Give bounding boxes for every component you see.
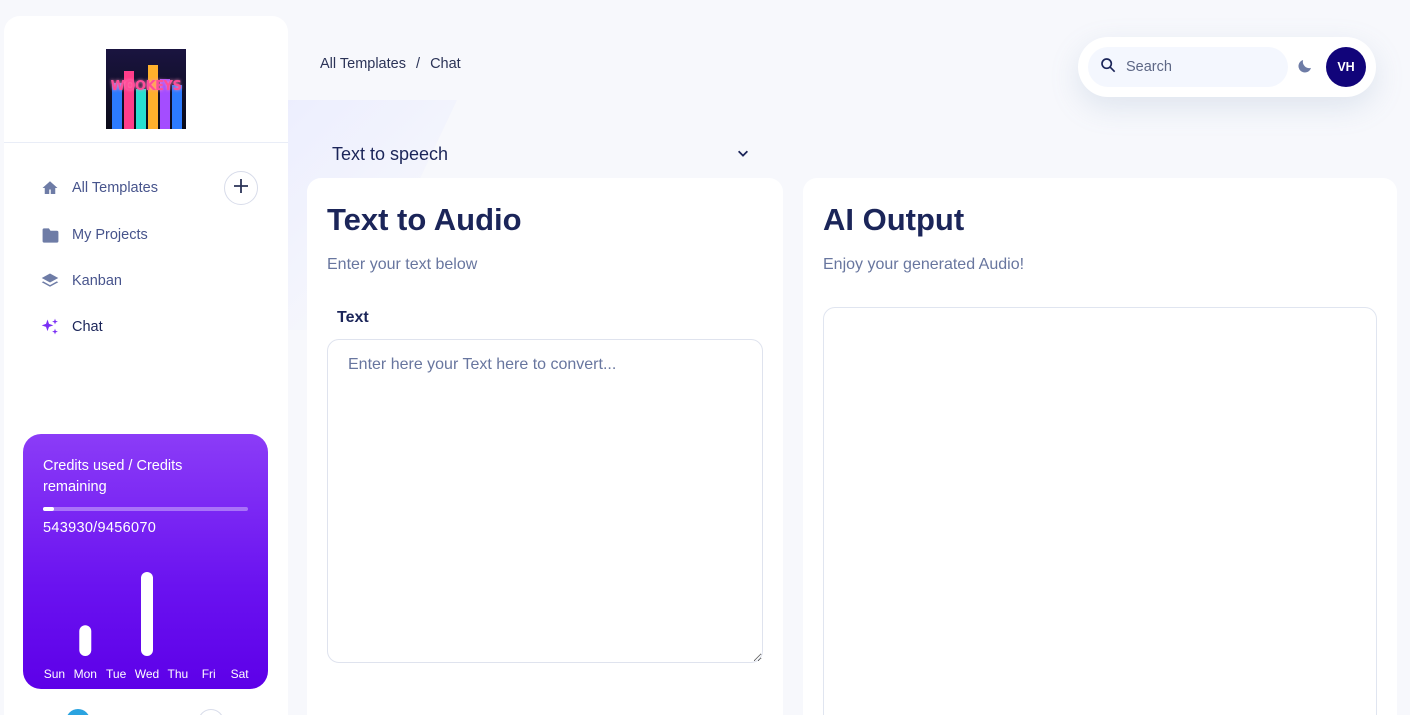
sidebar-item-label: All Templates	[72, 180, 158, 196]
chart-tick-label: Thu	[168, 667, 189, 681]
input-panel-subtitle: Enter your text below	[327, 256, 478, 273]
breadcrumb-separator: /	[416, 56, 421, 72]
credits-card: Credits used / Credits remaining 543930/…	[23, 434, 268, 689]
tool-select-dropdown[interactable]: Text to speech	[318, 134, 764, 174]
chart-tick-label: Tue	[106, 667, 127, 681]
credits-usage-chart: Sun Mon Tue Wed Thu Fri Sat	[44, 572, 250, 681]
credits-count: 543930/9456070	[43, 520, 157, 536]
layers-icon	[40, 271, 60, 291]
input-panel: Text to Audio Enter your text below Text	[307, 178, 783, 715]
sidebar-item-label: My Projects	[72, 227, 148, 243]
sidebar-item-kanban[interactable]: Kanban	[40, 269, 122, 293]
moon-icon[interactable]	[1296, 57, 1316, 77]
credits-progress-bar	[43, 507, 248, 511]
chart-bar-mon	[79, 625, 92, 656]
tool-select-value: Text to speech	[332, 143, 449, 164]
chart-bar-wed	[141, 572, 153, 656]
search-input[interactable]	[1126, 59, 1276, 75]
chart-tick-label: Fri	[202, 667, 216, 681]
text-input[interactable]	[327, 339, 763, 663]
top-bar: VH	[1078, 37, 1376, 97]
audio-output-area	[823, 307, 1377, 715]
sidebar-item-my-projects[interactable]: My Projects	[40, 223, 148, 247]
chart-tick-label: Sat	[231, 667, 250, 681]
brand-logo[interactable]: WOOKEYS	[106, 49, 186, 129]
breadcrumb: All Templates / Chat	[320, 56, 467, 72]
sparkles-icon	[40, 317, 60, 337]
chevron-down-icon	[736, 144, 750, 165]
output-panel-title: AI Output	[823, 202, 965, 237]
chart-tick-label: Mon	[74, 667, 97, 681]
breadcrumb-root-link[interactable]: All Templates	[320, 56, 406, 72]
sidebar-item-label: Kanban	[72, 273, 122, 289]
folder-icon	[40, 225, 60, 245]
chart-tick-label: Sun	[44, 667, 65, 681]
search-icon	[1100, 57, 1116, 77]
sidebar-item-chat[interactable]: Chat	[40, 315, 103, 339]
breadcrumb-current: Chat	[430, 56, 461, 72]
sidebar-item-label: Chat	[72, 319, 103, 335]
credits-title: Credits used / Credits remaining	[43, 458, 183, 495]
input-panel-title: Text to Audio	[327, 202, 522, 237]
output-panel: AI Output Enjoy your generated Audio!	[803, 178, 1397, 715]
search-box	[1088, 47, 1288, 87]
output-panel-subtitle: Enjoy your generated Audio!	[823, 256, 1025, 273]
text-field-label: Text	[337, 309, 369, 326]
plus-icon	[233, 178, 249, 198]
sidebar-divider	[4, 142, 288, 143]
sidebar-item-all-templates[interactable]: All Templates	[40, 176, 158, 200]
logo-text: WOOKEYS	[110, 79, 182, 94]
chart-tick-label: Wed	[135, 667, 159, 681]
avatar[interactable]: VH	[1326, 47, 1366, 87]
sidebar: WOOKEYS All Templates My Projects Kanban…	[4, 16, 288, 715]
add-template-button[interactable]	[224, 171, 258, 205]
credits-progress-fill	[43, 507, 55, 511]
home-icon	[40, 178, 60, 198]
